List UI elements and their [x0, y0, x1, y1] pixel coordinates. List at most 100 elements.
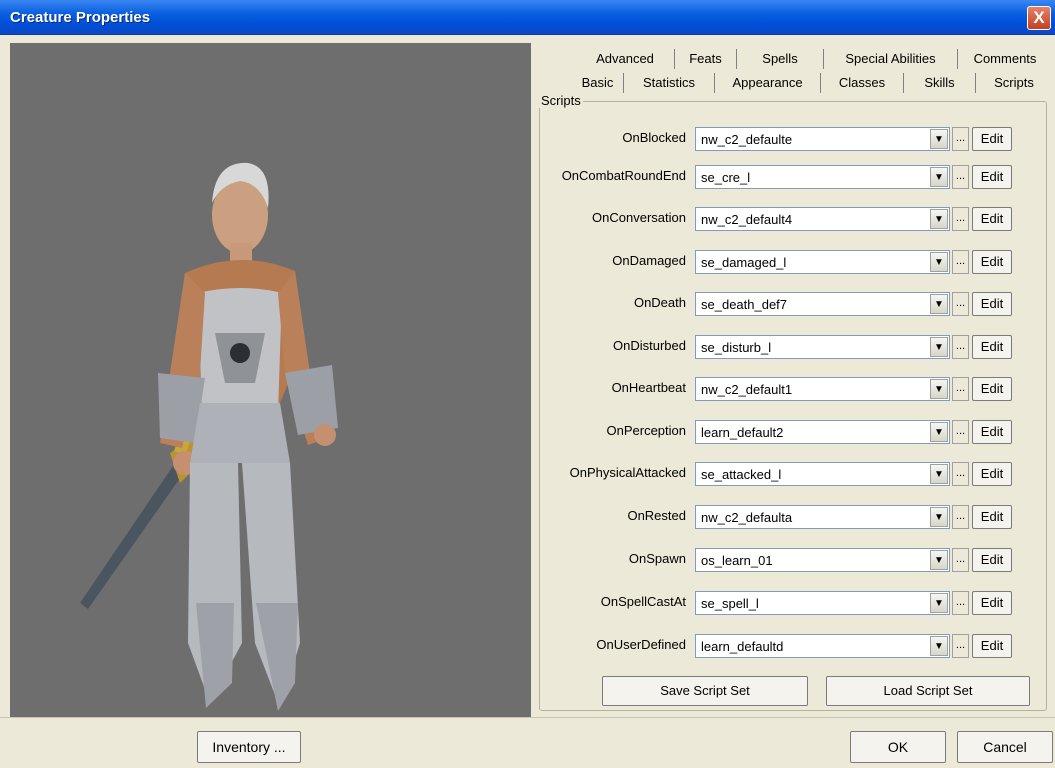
event-label: OnConversation	[592, 210, 686, 225]
properties-panel: Advanced Feats Spells Special Abilities …	[532, 43, 1052, 717]
script-combo[interactable]: se_attacked_l ▼	[695, 462, 950, 486]
edit-button[interactable]: Edit	[972, 165, 1012, 189]
browse-button[interactable]: ...	[952, 634, 969, 658]
dropdown-arrow-icon[interactable]: ▼	[930, 636, 948, 656]
tab-advanced[interactable]: Advanced	[576, 49, 675, 69]
script-row-onperception: OnPerception learn_default2 ▼ ... Edit	[532, 420, 1052, 450]
event-label: OnBlocked	[622, 130, 686, 145]
edit-button[interactable]: Edit	[972, 207, 1012, 231]
tab-feats[interactable]: Feats	[675, 49, 737, 69]
dropdown-arrow-icon[interactable]: ▼	[930, 209, 948, 229]
dropdown-arrow-icon[interactable]: ▼	[930, 337, 948, 357]
dropdown-arrow-icon[interactable]: ▼	[930, 550, 948, 570]
inventory-button[interactable]: Inventory ...	[197, 731, 301, 763]
browse-button[interactable]: ...	[952, 250, 969, 274]
script-value: se_spell_l	[701, 596, 759, 611]
event-label: OnUserDefined	[596, 637, 686, 652]
script-combo[interactable]: se_damaged_l ▼	[695, 250, 950, 274]
tab-comments[interactable]: Comments	[958, 49, 1052, 69]
browse-button[interactable]: ...	[952, 462, 969, 486]
load-script-set-button[interactable]: Load Script Set	[826, 676, 1030, 706]
edit-button[interactable]: Edit	[972, 127, 1012, 151]
script-combo[interactable]: se_cre_l ▼	[695, 165, 950, 189]
dropdown-arrow-icon[interactable]: ▼	[930, 593, 948, 613]
creature-preview[interactable]	[10, 43, 531, 717]
script-combo[interactable]: learn_default2 ▼	[695, 420, 950, 444]
browse-button[interactable]: ...	[952, 292, 969, 316]
script-value: se_damaged_l	[701, 255, 787, 270]
browse-button[interactable]: ...	[952, 207, 969, 231]
event-label: OnDeath	[633, 295, 686, 310]
script-combo[interactable]: se_disturb_l ▼	[695, 335, 950, 359]
script-combo[interactable]: os_learn_01 ▼	[695, 548, 950, 572]
edit-button[interactable]: Edit	[972, 250, 1012, 274]
script-row-onheartbeat: OnHeartbeat nw_c2_default1 ▼ ... Edit	[532, 377, 1052, 407]
script-combo[interactable]: nw_c2_default1 ▼	[695, 377, 950, 401]
script-combo[interactable]: nw_c2_defaulta ▼	[695, 505, 950, 529]
edit-button[interactable]: Edit	[972, 377, 1012, 401]
dropdown-arrow-icon[interactable]: ▼	[930, 422, 948, 442]
edit-button[interactable]: Edit	[972, 462, 1012, 486]
save-script-set-button[interactable]: Save Script Set	[602, 676, 808, 706]
script-value: learn_defaultd	[701, 639, 784, 654]
browse-button[interactable]: ...	[952, 591, 969, 615]
script-row-onconversation: OnConversation nw_c2_default4 ▼ ... Edit	[532, 207, 1052, 237]
script-combo[interactable]: nw_c2_default4 ▼	[695, 207, 950, 231]
edit-button[interactable]: Edit	[972, 335, 1012, 359]
script-row-onspawn: OnSpawn os_learn_01 ▼ ... Edit	[532, 548, 1052, 578]
edit-button[interactable]: Edit	[972, 505, 1012, 529]
event-label: OnRested	[627, 508, 686, 523]
edit-button[interactable]: Edit	[972, 634, 1012, 658]
script-combo[interactable]: learn_defaultd ▼	[695, 634, 950, 658]
event-label: OnCombatRoundEnd	[561, 168, 686, 183]
browse-button[interactable]: ...	[952, 377, 969, 401]
dropdown-arrow-icon[interactable]: ▼	[930, 464, 948, 484]
browse-button[interactable]: ...	[952, 505, 969, 529]
tab-skills[interactable]: Skills	[904, 73, 976, 93]
script-combo[interactable]: se_death_def7 ▼	[695, 292, 950, 316]
script-row-oncombatroundend: OnCombatRoundEnd se_cre_l ▼ ... Edit	[532, 165, 1052, 195]
browse-button[interactable]: ...	[952, 127, 969, 151]
browse-button[interactable]: ...	[952, 420, 969, 444]
tab-row-top: Advanced Feats Spells Special Abilities …	[576, 49, 1052, 69]
event-label: OnPhysicalAttacked	[569, 465, 686, 480]
edit-button[interactable]: Edit	[972, 420, 1012, 444]
script-row-ondeath: OnDeath se_death_def7 ▼ ... Edit	[532, 292, 1052, 322]
ok-button[interactable]: OK	[850, 731, 946, 763]
close-button[interactable]: X	[1027, 6, 1051, 30]
tab-classes[interactable]: Classes	[821, 73, 904, 93]
browse-button[interactable]: ...	[952, 548, 969, 572]
script-value: se_attacked_l	[701, 467, 782, 482]
dropdown-arrow-icon[interactable]: ▼	[930, 129, 948, 149]
event-label: OnDisturbed	[613, 338, 686, 353]
tab-statistics[interactable]: Statistics	[624, 73, 715, 93]
footer-bar: Inventory ... OK Cancel	[0, 717, 1055, 768]
dropdown-arrow-icon[interactable]: ▼	[930, 167, 948, 187]
tab-row-bottom: Basic Statistics Appearance Classes Skil…	[572, 73, 1052, 93]
dropdown-arrow-icon[interactable]: ▼	[930, 294, 948, 314]
browse-button[interactable]: ...	[952, 335, 969, 359]
event-label: OnPerception	[606, 423, 687, 438]
script-row-onspellcastat: OnSpellCastAt se_spell_l ▼ ... Edit	[532, 591, 1052, 621]
dropdown-arrow-icon[interactable]: ▼	[930, 252, 948, 272]
dropdown-arrow-icon[interactable]: ▼	[930, 379, 948, 399]
script-value: os_learn_01	[701, 553, 773, 568]
browse-button[interactable]: ...	[952, 165, 969, 189]
script-combo[interactable]: nw_c2_defaulte ▼	[695, 127, 950, 151]
edit-button[interactable]: Edit	[972, 292, 1012, 316]
tab-spells[interactable]: Spells	[737, 49, 824, 69]
edit-button[interactable]: Edit	[972, 591, 1012, 615]
event-label: OnHeartbeat	[611, 380, 686, 395]
event-label: OnDamaged	[612, 253, 686, 268]
tab-scripts[interactable]: Scripts	[976, 73, 1052, 93]
tab-basic[interactable]: Basic	[572, 73, 624, 93]
script-row-ondamaged: OnDamaged se_damaged_l ▼ ... Edit	[532, 250, 1052, 280]
event-label: OnSpellCastAt	[600, 594, 686, 609]
edit-button[interactable]: Edit	[972, 548, 1012, 572]
dropdown-arrow-icon[interactable]: ▼	[930, 507, 948, 527]
script-combo[interactable]: se_spell_l ▼	[695, 591, 950, 615]
event-label: OnSpawn	[628, 551, 686, 566]
tab-special-abilities[interactable]: Special Abilities	[824, 49, 958, 69]
tab-appearance[interactable]: Appearance	[715, 73, 821, 93]
cancel-button[interactable]: Cancel	[957, 731, 1053, 763]
